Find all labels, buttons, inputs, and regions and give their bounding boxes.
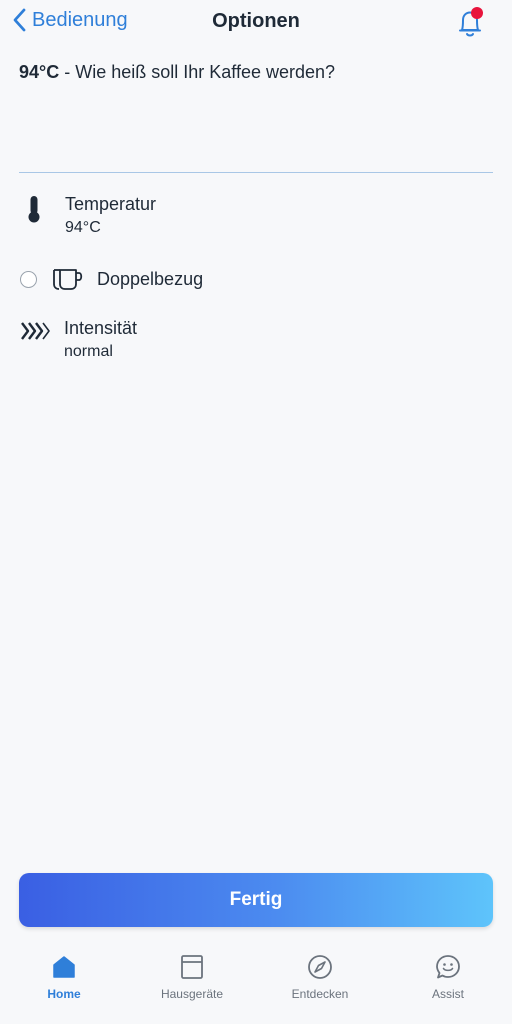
tab-assist[interactable]: Assist: [384, 944, 512, 1024]
temperature-prompt: 94°C - Wie heiß soll Ihr Kaffee werden?: [19, 62, 335, 83]
intensity-chevrons-icon: [21, 322, 50, 340]
prompt-question: - Wie heiß soll Ihr Kaffee werden?: [59, 62, 336, 82]
tab-discover-label: Entdecken: [291, 987, 349, 1001]
options-screen: Bedienung Optionen 94°C - Wie heiß soll …: [0, 0, 512, 1024]
done-button[interactable]: Fertig: [19, 873, 493, 927]
prompt-value: 94°C: [19, 62, 60, 82]
assist-smiley-icon: [436, 955, 460, 979]
home-icon: [53, 956, 75, 978]
double-cup-icon: [53, 269, 83, 290]
tab-discover[interactable]: Entdecken: [256, 944, 384, 1024]
tab-appliances[interactable]: Hausgeräte: [128, 944, 256, 1024]
option-intensity-label: Intensität: [64, 318, 138, 338]
thermometer-icon: [28, 196, 40, 223]
tab-home-label: Home: [47, 987, 81, 1001]
option-temperature[interactable]: Temperatur 94°C: [20, 194, 156, 237]
tab-appliances-label: Hausgeräte: [160, 987, 224, 1001]
page-title: Optionen: [212, 10, 300, 32]
tab-assist-label: Assist: [431, 987, 464, 1001]
tab-bar: Home Hausgeräte Entdecken Assist: [0, 944, 512, 1024]
navigation-bar: Bedienung Optionen: [0, 0, 512, 44]
appliance-icon: [181, 955, 203, 979]
option-temperature-label: Temperatur: [65, 194, 157, 214]
notification-badge: [471, 7, 483, 19]
option-double-brew[interactable]: Doppelbezug: [20, 266, 203, 292]
tab-home[interactable]: Home: [0, 944, 128, 1024]
option-double-brew-label: Doppelbezug: [97, 268, 204, 289]
compass-icon: [308, 955, 332, 979]
option-intensity-value: normal: [64, 343, 113, 360]
input-underline[interactable]: [19, 172, 493, 173]
option-temperature-value: 94°C: [65, 219, 101, 236]
option-intensity[interactable]: Intensität normal: [20, 318, 137, 361]
notifications-button[interactable]: [454, 6, 486, 40]
double-brew-radio[interactable]: [20, 270, 37, 288]
